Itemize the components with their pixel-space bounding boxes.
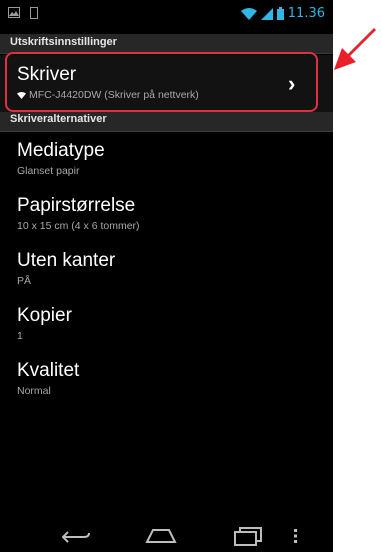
red-arrow-icon — [334, 28, 376, 70]
status-bar: 11.36 — [0, 0, 333, 27]
wifi-icon — [240, 7, 257, 20]
home-icon[interactable] — [144, 528, 178, 544]
phone-screen: 11.36 Utskriftsinnstillinger Skriver MFC… — [0, 0, 333, 552]
overflow-menu-icon[interactable] — [294, 529, 298, 543]
phone-icon — [30, 7, 38, 19]
navigation-bar — [0, 520, 333, 552]
signal-icon — [260, 7, 273, 20]
battery-icon — [276, 7, 284, 20]
section-header-print-settings: Utskriftsinnstillinger — [0, 34, 333, 54]
image-icon — [8, 7, 20, 18]
back-icon[interactable] — [60, 529, 92, 545]
section-header-printer-options: Skriveralternativer — [0, 112, 333, 132]
printer-highlight-frame — [5, 52, 318, 112]
status-time: 11.36 — [287, 6, 325, 21]
recent-apps-icon[interactable] — [233, 526, 263, 546]
